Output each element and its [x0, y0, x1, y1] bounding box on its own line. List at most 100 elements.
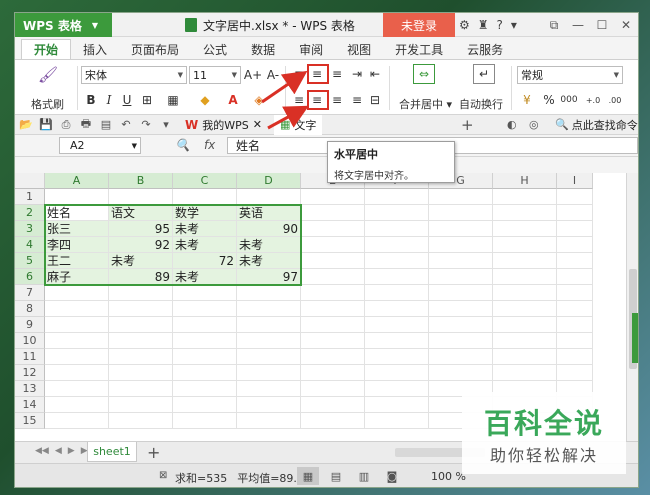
- skin-icon[interactable]: ◐: [507, 118, 517, 131]
- cell-f5[interactable]: [365, 253, 429, 269]
- cell-c6[interactable]: 未考: [173, 269, 237, 285]
- cell-g2[interactable]: [429, 205, 493, 221]
- cell-h1[interactable]: [493, 189, 557, 205]
- cell-i10[interactable]: [557, 333, 593, 349]
- row-header-15[interactable]: 15: [15, 413, 45, 429]
- column-header-h[interactable]: H: [493, 173, 557, 189]
- print-icon[interactable]: 🖶: [79, 117, 93, 132]
- font-name-select[interactable]: 宋体 ▼: [81, 66, 187, 84]
- tab-page-layout[interactable]: 页面布局: [119, 39, 191, 59]
- sheet-tab-sheet1[interactable]: sheet1: [87, 442, 137, 462]
- restore-icon[interactable]: ⧉: [542, 13, 566, 37]
- tab-review[interactable]: 审阅: [287, 39, 335, 59]
- row-header-8[interactable]: 8: [15, 301, 45, 317]
- cell-e2[interactable]: [301, 205, 365, 221]
- cell-e8[interactable]: [301, 301, 365, 317]
- clear-format-icon[interactable]: ◈: [251, 92, 267, 108]
- cell-g8[interactable]: [429, 301, 493, 317]
- cell-g4[interactable]: [429, 237, 493, 253]
- row-header-10[interactable]: 10: [15, 333, 45, 349]
- cell-c1[interactable]: [173, 189, 237, 205]
- cell-d1[interactable]: [237, 189, 301, 205]
- cell-b12[interactable]: [109, 365, 173, 381]
- cell-f9[interactable]: [365, 317, 429, 333]
- row-header-9[interactable]: 9: [15, 317, 45, 333]
- tab-data[interactable]: 数据: [239, 39, 287, 59]
- wrap-text-icon[interactable]: ↵: [473, 64, 495, 84]
- cell-h12[interactable]: [493, 365, 557, 381]
- cell-d6[interactable]: 97: [237, 269, 301, 285]
- format-painter-label[interactable]: 格式刷: [31, 96, 64, 112]
- cell-a3[interactable]: 张三: [45, 221, 109, 237]
- border-icon[interactable]: ⊞: [139, 92, 155, 108]
- cell-c9[interactable]: [173, 317, 237, 333]
- cell-h3[interactable]: [493, 221, 557, 237]
- cell-d8[interactable]: [237, 301, 301, 317]
- tab-view[interactable]: 视图: [335, 39, 383, 59]
- underline-button[interactable]: U: [119, 92, 135, 108]
- cell-c12[interactable]: [173, 365, 237, 381]
- column-header-b[interactable]: B: [109, 173, 173, 189]
- cell-g11[interactable]: [429, 349, 493, 365]
- undo-icon[interactable]: ↶: [119, 118, 133, 132]
- cell-h8[interactable]: [493, 301, 557, 317]
- cell-f8[interactable]: [365, 301, 429, 317]
- cell-f10[interactable]: [365, 333, 429, 349]
- decrease-decimal-icon[interactable]: .00: [607, 92, 623, 108]
- cell-a7[interactable]: [45, 285, 109, 301]
- currency-icon[interactable]: ¥: [519, 92, 535, 108]
- cell-b2[interactable]: 语文: [109, 205, 173, 221]
- merge-center-icon[interactable]: ⇔: [413, 64, 435, 84]
- cell-c10[interactable]: [173, 333, 237, 349]
- cell-g5[interactable]: [429, 253, 493, 269]
- export-icon[interactable]: ⎙: [59, 118, 73, 132]
- fill-pattern-icon[interactable]: ▦: [165, 92, 181, 108]
- cell-e14[interactable]: [301, 397, 365, 413]
- cell-e5[interactable]: [301, 253, 365, 269]
- cell-i6[interactable]: [557, 269, 593, 285]
- cell-g10[interactable]: [429, 333, 493, 349]
- add-sheet-button[interactable]: +: [147, 443, 160, 462]
- cell-f7[interactable]: [365, 285, 429, 301]
- percent-button[interactable]: %: [541, 92, 557, 108]
- customize-icon[interactable]: ▾: [159, 118, 173, 132]
- row-header-13[interactable]: 13: [15, 381, 45, 397]
- cell-c15[interactable]: [173, 413, 237, 429]
- cell-c3[interactable]: 未考: [173, 221, 237, 237]
- cell-c7[interactable]: [173, 285, 237, 301]
- cell-b14[interactable]: [109, 397, 173, 413]
- tab-developer[interactable]: 开发工具: [383, 39, 455, 59]
- bold-button[interactable]: B: [83, 92, 99, 108]
- cell-c14[interactable]: [173, 397, 237, 413]
- cell-g7[interactable]: [429, 285, 493, 301]
- cell-a13[interactable]: [45, 381, 109, 397]
- cell-h6[interactable]: [493, 269, 557, 285]
- cell-e6[interactable]: [301, 269, 365, 285]
- find-command[interactable]: 🔍 点此查找命令: [555, 117, 638, 133]
- reading-view-icon[interactable]: ◙: [381, 467, 403, 485]
- row-header-1[interactable]: 1: [15, 189, 45, 205]
- cell-b7[interactable]: [109, 285, 173, 301]
- new-tab-button[interactable]: +: [461, 116, 474, 134]
- chevron-down-icon[interactable]: ▾: [511, 18, 517, 32]
- cell-a6[interactable]: 麻子: [45, 269, 109, 285]
- cell-c2[interactable]: 数学: [173, 205, 237, 221]
- align-top-icon[interactable]: ≡: [291, 66, 307, 82]
- row-header-3[interactable]: 3: [15, 221, 45, 237]
- row-header-14[interactable]: 14: [15, 397, 45, 413]
- cell-a11[interactable]: [45, 349, 109, 365]
- cell-c8[interactable]: [173, 301, 237, 317]
- tab-formulas[interactable]: 公式: [191, 39, 239, 59]
- cell-h11[interactable]: [493, 349, 557, 365]
- cell-g3[interactable]: [429, 221, 493, 237]
- cell-e12[interactable]: [301, 365, 365, 381]
- cell-h10[interactable]: [493, 333, 557, 349]
- cell-b13[interactable]: [109, 381, 173, 397]
- cell-a15[interactable]: [45, 413, 109, 429]
- cell-e13[interactable]: [301, 381, 365, 397]
- distributed-icon[interactable]: ⊟: [367, 92, 383, 108]
- cell-g1[interactable]: [429, 189, 493, 205]
- row-header-11[interactable]: 11: [15, 349, 45, 365]
- shrink-font-icon[interactable]: A-: [265, 67, 281, 83]
- close-icon[interactable]: ✕: [614, 13, 638, 37]
